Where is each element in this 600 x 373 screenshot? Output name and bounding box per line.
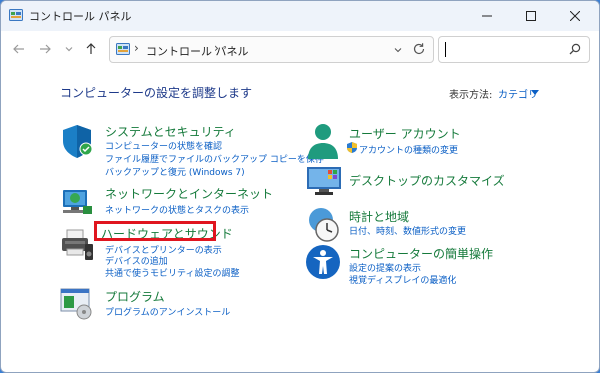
category-title-system-security[interactable]: システムとセキュリティ — [105, 123, 236, 140]
category-title-user-accounts[interactable]: ユーザー アカウント — [349, 125, 461, 142]
minimize-icon — [482, 15, 492, 17]
title-bar[interactable]: コントロール パネル — [1, 1, 599, 31]
search-box[interactable] — [438, 36, 590, 63]
control-panel-icon — [116, 43, 130, 55]
uac-shield-icon — [347, 142, 357, 153]
maximize-button[interactable] — [509, 1, 553, 31]
accessibility-icon[interactable] — [305, 244, 341, 280]
breadcrumb-control-panel[interactable]: コントロール パネル — [146, 43, 249, 59]
page-title: コンピューターの設定を調整します — [60, 86, 253, 100]
view-by-label: 表示方法: — [449, 90, 493, 101]
clock-icon[interactable] — [305, 206, 341, 242]
category-title-network-internet[interactable]: ネットワークとインターネット — [105, 185, 273, 202]
chevron-down-icon[interactable] — [393, 45, 403, 55]
category-title-programs[interactable]: プログラム — [105, 288, 165, 305]
breadcrumb-separator[interactable]: › — [214, 41, 219, 55]
breadcrumb-separator[interactable]: › — [134, 41, 139, 55]
network-icon[interactable] — [59, 184, 95, 218]
category-title-desktop-customization[interactable]: デスクトップのカスタマイズ — [349, 172, 505, 189]
up-button[interactable] — [82, 40, 100, 58]
search-icon[interactable] — [569, 43, 581, 55]
arrow-up-icon — [86, 43, 96, 54]
control-panel-window: コントロール パネル › コントロール パネル › コンピューターの設定を調整し… — [0, 0, 600, 373]
control-panel-icon — [9, 9, 23, 21]
category-title-ease-of-access[interactable]: コンピューターの簡単操作 — [349, 245, 493, 262]
printer-icon[interactable] — [59, 226, 95, 262]
close-button[interactable] — [553, 1, 597, 31]
address-bar[interactable]: › コントロール パネル › — [109, 36, 434, 63]
search-input[interactable] — [443, 40, 567, 60]
chevron-down-icon — [65, 47, 73, 52]
link-check-computer-status[interactable]: コンピューターの状態を確認 — [105, 139, 222, 152]
link-network-status[interactable]: ネットワークの状態とタスクの表示 — [105, 203, 249, 216]
desktop-icon[interactable] — [306, 166, 342, 196]
minimize-button[interactable] — [465, 1, 509, 31]
shield-icon[interactable] — [59, 123, 95, 159]
link-file-history-backup[interactable]: ファイル履歴でファイルのバックアップ コピーを保存 — [105, 152, 324, 165]
refresh-icon[interactable] — [412, 42, 426, 56]
highlight-annotation — [94, 221, 216, 241]
caret-down-icon[interactable] — [531, 90, 539, 96]
arrow-left-icon — [13, 44, 24, 54]
link-backup-restore[interactable]: バックアップと復元 (Windows 7) — [105, 165, 245, 178]
link-change-date-time-format[interactable]: 日付、時刻、数値形式の変更 — [349, 224, 466, 237]
programs-icon[interactable] — [59, 287, 95, 321]
link-optimize-visual-display[interactable]: 視覚ディスプレイの最適化 — [349, 273, 456, 286]
close-icon — [570, 11, 580, 21]
category-title-clock-region[interactable]: 時計と地域 — [349, 208, 409, 225]
arrow-right-icon — [40, 44, 51, 54]
navigation-bar: › コントロール パネル › — [1, 31, 599, 67]
link-uninstall-program[interactable]: プログラムのアンインストール — [105, 305, 230, 318]
back-button[interactable] — [10, 40, 28, 58]
link-change-account-type[interactable]: アカウントの種類の変更 — [359, 143, 458, 156]
window-title: コントロール パネル — [29, 10, 132, 23]
forward-button[interactable] — [36, 40, 54, 58]
maximize-icon — [526, 11, 536, 21]
link-mobility-settings[interactable]: 共通で使うモビリティ設定の調整 — [105, 266, 239, 279]
user-icon[interactable] — [305, 121, 341, 161]
recent-locations-button[interactable] — [60, 40, 78, 58]
